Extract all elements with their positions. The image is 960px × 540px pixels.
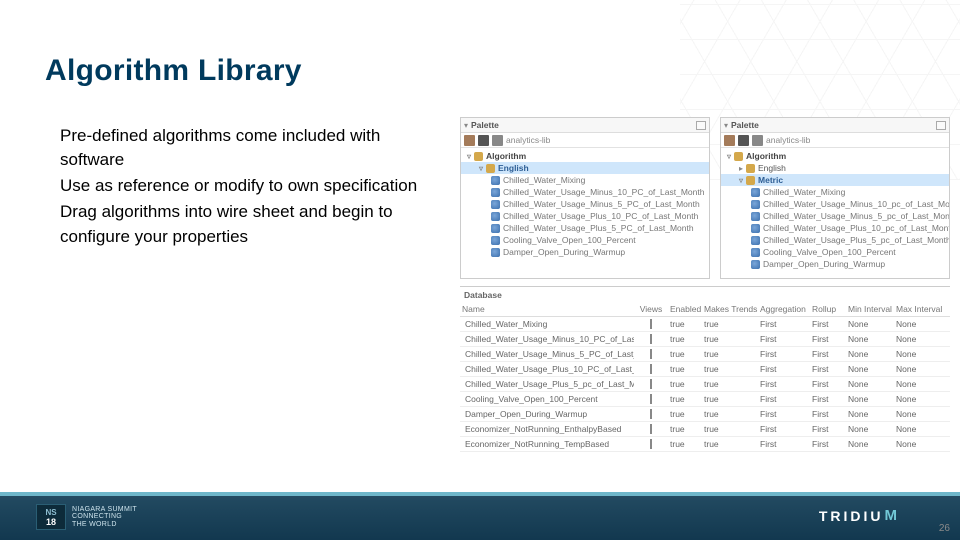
- caret-down-icon: ▾: [724, 121, 728, 130]
- table-row[interactable]: Chilled_Water_Usage_Minus_5_PC_of_Last_M…: [460, 347, 950, 362]
- panel-badge-icon[interactable]: [696, 121, 706, 130]
- caret-down-icon: ▾: [464, 121, 468, 130]
- col-max-interval[interactable]: Max Interval: [894, 304, 944, 314]
- panel-badge-icon[interactable]: [936, 121, 946, 130]
- table-row[interactable]: Chilled_Water_Usage_Minus_10_PC_of_Last_…: [460, 332, 950, 347]
- views-icon[interactable]: [650, 349, 652, 359]
- tree-root[interactable]: ▿Algorithm: [721, 150, 949, 162]
- col-name[interactable]: Name: [460, 304, 634, 314]
- tree-group-metric[interactable]: ▿Metric: [721, 174, 949, 186]
- palette-panel-left: ▾ Palette analytics-lib ▿Algorithm ▿Engl…: [460, 117, 710, 279]
- slide-title: Algorithm Library: [45, 54, 302, 88]
- table-header: Name Views Enabled Makes Trends Aggregat…: [460, 302, 950, 317]
- views-icon[interactable]: [650, 439, 652, 449]
- views-icon[interactable]: [650, 379, 652, 389]
- col-enabled[interactable]: Enabled: [668, 304, 702, 314]
- palette-toolbar: analytics-lib: [721, 133, 949, 148]
- col-rollup[interactable]: Rollup: [810, 304, 846, 314]
- library-name: analytics-lib: [766, 135, 810, 145]
- table-row[interactable]: Economizer_NotRunning_TempBasedtruetrueF…: [460, 437, 950, 452]
- bullet-3: Drag algorithms into wire sheet and begi…: [60, 200, 430, 248]
- col-views[interactable]: Views: [634, 304, 668, 314]
- tree-item[interactable]: Damper_Open_During_Warmup: [461, 246, 709, 258]
- col-makes-trends[interactable]: Makes Trends: [702, 304, 758, 314]
- bullet-2: Use as reference or modify to own specif…: [60, 174, 430, 198]
- views-icon[interactable]: [650, 364, 652, 374]
- close-icon[interactable]: [478, 135, 489, 146]
- tree-item[interactable]: Chilled_Water_Usage_Minus_5_PC_of_Last_M…: [461, 198, 709, 210]
- table-row[interactable]: Cooling_Valve_Open_100_PercenttruetrueFi…: [460, 392, 950, 407]
- tree-item[interactable]: Chilled_Water_Usage_Plus_10_PC_of_Last_M…: [461, 210, 709, 222]
- tree-item[interactable]: Chilled_Water_Usage_Plus_5_PC_of_Last_Mo…: [461, 222, 709, 234]
- palette-header[interactable]: ▾ Palette: [461, 118, 709, 133]
- ns18-badge: NS18 NIAGARA SUMMIT CONNECTING THE WORLD: [36, 504, 137, 530]
- module-icon: [752, 135, 763, 146]
- database-title: Database: [460, 287, 950, 302]
- palette-header[interactable]: ▾ Palette: [721, 118, 949, 133]
- tree-item[interactable]: Chilled_Water_Usage_Minus_10_pc_of_Last_…: [721, 198, 949, 210]
- footer-bar: NS18 NIAGARA SUMMIT CONNECTING THE WORLD…: [0, 492, 960, 540]
- views-icon[interactable]: [650, 319, 652, 329]
- palette-toolbar: analytics-lib: [461, 133, 709, 148]
- tree-group-english[interactable]: ▸English: [721, 162, 949, 174]
- tree-item[interactable]: Chilled_Water_Usage_Plus_10_pc_of_Last_M…: [721, 222, 949, 234]
- tree-item[interactable]: Cooling_Valve_Open_100_Percent: [461, 234, 709, 246]
- table-row[interactable]: Chilled_Water_Usage_Plus_10_PC_of_Last_M…: [460, 362, 950, 377]
- table-row[interactable]: Damper_Open_During_WarmuptruetrueFirstFi…: [460, 407, 950, 422]
- database-panel: Database Name Views Enabled Makes Trends…: [460, 286, 950, 452]
- col-aggregation[interactable]: Aggregation: [758, 304, 810, 314]
- palette-title: Palette: [731, 120, 759, 130]
- views-icon[interactable]: [650, 394, 652, 404]
- tree-item[interactable]: Chilled_Water_Mixing: [721, 186, 949, 198]
- folder-icon[interactable]: [464, 135, 475, 146]
- module-icon: [492, 135, 503, 146]
- library-name: analytics-lib: [506, 135, 550, 145]
- tree-group-english[interactable]: ▿English: [461, 162, 709, 174]
- tridium-logo: TRIDIUM: [819, 507, 900, 524]
- table-row[interactable]: Chilled_Water_Usage_Plus_5_pc_of_Last_Mo…: [460, 377, 950, 392]
- tree-item[interactable]: Cooling_Valve_Open_100_Percent: [721, 246, 949, 258]
- palette-tree: ▿Algorithm ▿English Chilled_Water_Mixing…: [461, 148, 709, 260]
- table-row[interactable]: Chilled_Water_MixingtruetrueFirstFirstNo…: [460, 317, 950, 332]
- tree-item[interactable]: Chilled_Water_Usage_Plus_5_pc_of_Last_Mo…: [721, 234, 949, 246]
- palette-title: Palette: [471, 120, 499, 130]
- tree-item[interactable]: Chilled_Water_Usage_Minus_10_PC_of_Last_…: [461, 186, 709, 198]
- close-icon[interactable]: [738, 135, 749, 146]
- bullet-1: Pre-defined algorithms come included wit…: [60, 124, 430, 172]
- views-icon[interactable]: [650, 424, 652, 434]
- palette-panel-right: ▾ Palette analytics-lib ▿Algorithm ▸Engl…: [720, 117, 950, 279]
- col-min-interval[interactable]: Min Interval: [846, 304, 894, 314]
- slide-body: Pre-defined algorithms come included wit…: [60, 124, 430, 251]
- tree-root[interactable]: ▿Algorithm: [461, 150, 709, 162]
- page-number: 26: [939, 523, 950, 534]
- footer-accent-stripe: [0, 492, 960, 496]
- tree-item[interactable]: Damper_Open_During_Warmup: [721, 258, 949, 270]
- folder-icon[interactable]: [724, 135, 735, 146]
- palette-tree: ▿Algorithm ▸English ▿Metric Chilled_Wate…: [721, 148, 949, 272]
- views-icon[interactable]: [650, 409, 652, 419]
- tree-item[interactable]: Chilled_Water_Mixing: [461, 174, 709, 186]
- tree-item[interactable]: Chilled_Water_Usage_Minus_5_pc_of_Last_M…: [721, 210, 949, 222]
- views-icon[interactable]: [650, 334, 652, 344]
- table-row[interactable]: Economizer_NotRunning_EnthalpyBasedtruet…: [460, 422, 950, 437]
